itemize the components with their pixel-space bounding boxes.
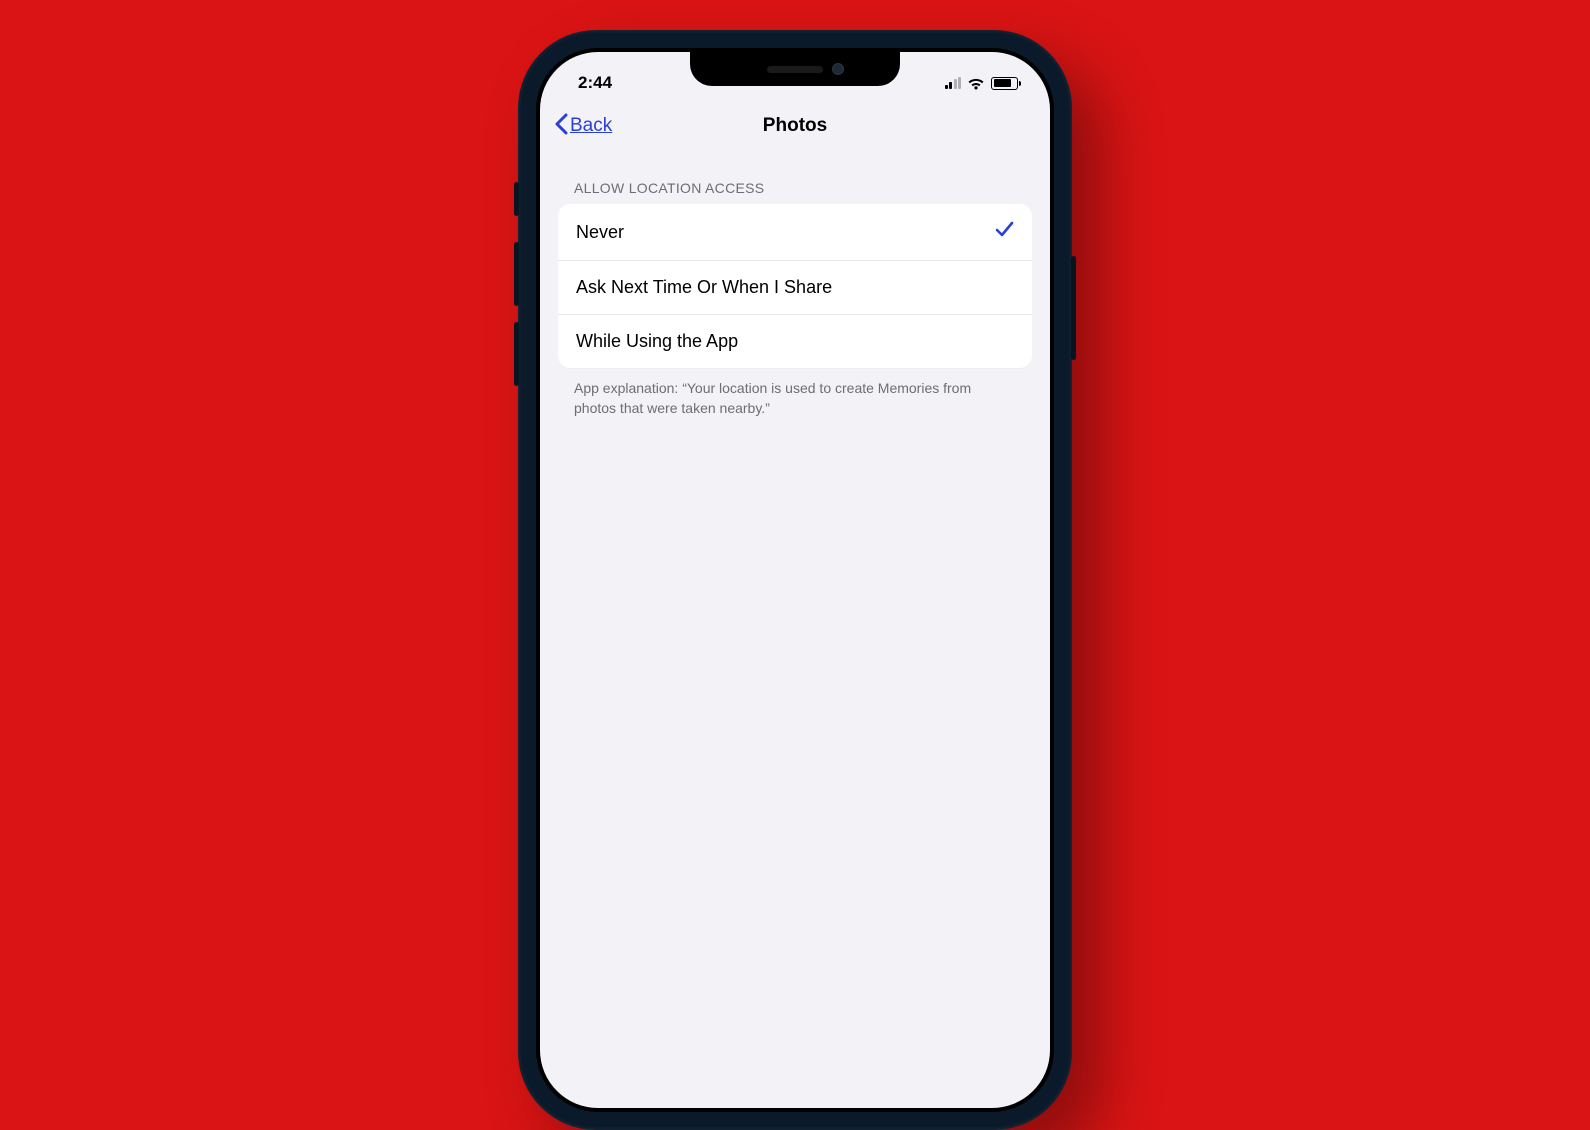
option-label: Ask Next Time Or When I Share xyxy=(576,277,832,298)
page-title: Photos xyxy=(763,115,827,137)
wifi-icon xyxy=(967,77,985,90)
cellular-signal-icon xyxy=(945,77,962,89)
option-label: While Using the App xyxy=(576,331,738,352)
option-never[interactable]: Never xyxy=(558,204,1032,260)
option-ask-next-time[interactable]: Ask Next Time Or When I Share xyxy=(558,260,1032,314)
content: ALLOW LOCATION ACCESS Never Ask Next Tim… xyxy=(540,150,1050,419)
location-access-list: Never Ask Next Time Or When I Share Whil… xyxy=(558,204,1032,368)
phone-frame: 2:44 xyxy=(518,30,1072,1130)
status-time: 2:44 xyxy=(578,73,678,93)
option-label: Never xyxy=(576,222,624,243)
back-label: Back xyxy=(570,115,612,137)
notch xyxy=(690,52,900,86)
option-while-using[interactable]: While Using the App xyxy=(558,314,1032,368)
navigation-bar: Back Photos xyxy=(540,102,1050,150)
phone-bezel: 2:44 xyxy=(536,48,1054,1112)
section-footer: App explanation: “Your location is used … xyxy=(558,368,1032,419)
silent-switch[interactable] xyxy=(514,182,519,216)
back-button[interactable]: Back xyxy=(554,112,612,140)
front-camera xyxy=(832,63,844,75)
screen: 2:44 xyxy=(540,52,1050,1108)
battery-icon xyxy=(991,77,1018,90)
volume-up-button[interactable] xyxy=(514,242,519,306)
section-header: ALLOW LOCATION ACCESS xyxy=(558,180,1032,204)
volume-down-button[interactable] xyxy=(514,322,519,386)
speaker-grille xyxy=(767,66,823,73)
chevron-left-icon xyxy=(554,112,568,140)
power-button[interactable] xyxy=(1071,256,1076,360)
checkmark-icon xyxy=(994,219,1014,245)
